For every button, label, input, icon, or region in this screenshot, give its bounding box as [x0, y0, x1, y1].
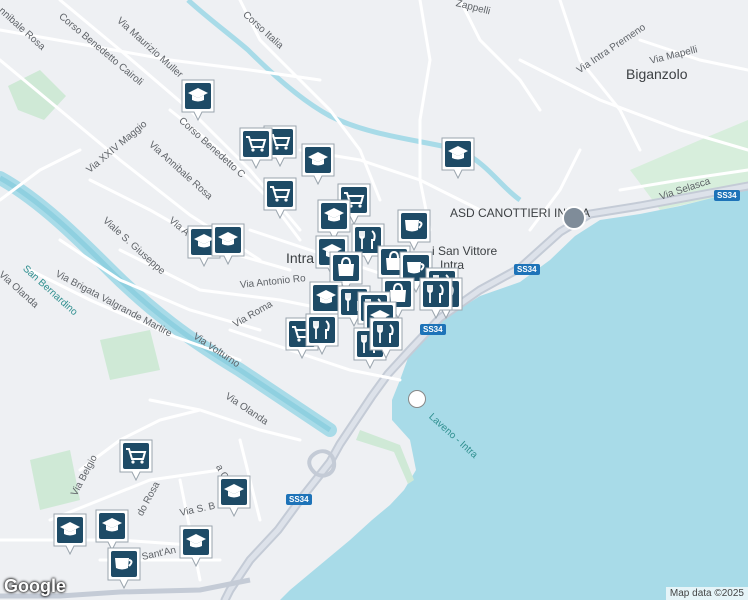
- school-marker[interactable]: [210, 222, 246, 266]
- school-icon: [217, 475, 251, 518]
- restaurant-icon: [419, 277, 453, 320]
- grocery-marker[interactable]: [238, 126, 274, 170]
- grocery-marker[interactable]: [262, 176, 298, 220]
- restaurant-marker[interactable]: [418, 276, 454, 320]
- road-shield: SS34: [514, 264, 540, 275]
- google-logo: Google: [4, 576, 66, 596]
- school-icon: [53, 513, 87, 556]
- road-shield: SS34: [286, 494, 312, 505]
- school-marker[interactable]: [300, 142, 336, 186]
- school-marker[interactable]: [178, 524, 214, 568]
- road-shield: SS34: [714, 190, 740, 201]
- restaurant-marker[interactable]: [304, 312, 340, 356]
- restaurant-marker[interactable]: [368, 316, 404, 360]
- grocery-icon: [119, 439, 153, 482]
- restaurant-icon: [305, 313, 339, 356]
- restaurant-icon: [369, 317, 403, 360]
- school-icon: [441, 137, 475, 180]
- grocery-icon: [263, 177, 297, 220]
- school-icon: [181, 79, 215, 122]
- school-icon: [179, 525, 213, 568]
- grocery-icon: [239, 127, 273, 170]
- school-marker[interactable]: [440, 136, 476, 180]
- poi-label: i San Vittore: [432, 244, 498, 258]
- cafe-marker[interactable]: [106, 546, 142, 590]
- school-marker[interactable]: [180, 78, 216, 122]
- town-label: Intra: [286, 250, 315, 266]
- map-attribution[interactable]: Map data ©2025: [665, 587, 748, 600]
- town-label: Biganzolo: [626, 66, 688, 82]
- ferry-terminal-icon[interactable]: [408, 390, 426, 408]
- cafe-icon: [107, 547, 141, 590]
- road-shield: SS34: [420, 324, 446, 335]
- school-marker[interactable]: [216, 474, 252, 518]
- school-icon: [211, 223, 245, 266]
- grocery-marker[interactable]: [118, 438, 154, 482]
- school-icon: [301, 143, 335, 186]
- poi-pin-icon[interactable]: [562, 206, 586, 230]
- school-marker[interactable]: [52, 512, 88, 556]
